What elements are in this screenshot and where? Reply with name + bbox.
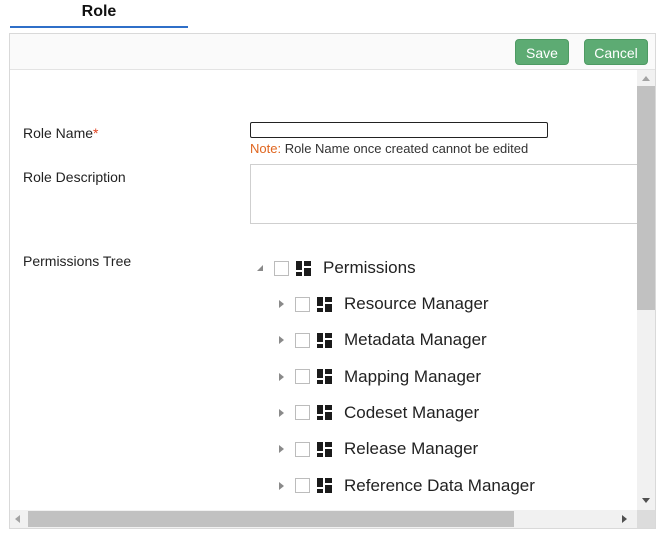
tree-node: Resource Manager xyxy=(276,292,489,316)
tree-node: Codeset Manager xyxy=(276,401,479,425)
tree-node-label[interactable]: Mapping Manager xyxy=(344,367,481,387)
triangle-collapsed-icon[interactable] xyxy=(276,444,286,454)
module-grid-icon xyxy=(317,478,332,493)
module-grid-icon xyxy=(317,369,332,385)
tree-node-label[interactable]: Reference Data Manager xyxy=(344,476,535,496)
horizontal-scroll-thumb[interactable] xyxy=(28,511,514,527)
role-description-input[interactable] xyxy=(250,164,637,224)
tree-node-checkbox[interactable] xyxy=(295,332,310,348)
module-grid-icon xyxy=(317,296,332,312)
permissions-tree-label: Permissions Tree xyxy=(23,253,132,269)
scroll-left-arrow-icon[interactable] xyxy=(15,515,20,523)
cancel-button[interactable]: Cancel xyxy=(584,39,648,65)
scroll-down-arrow-icon[interactable] xyxy=(642,498,650,503)
scroll-up-arrow-icon[interactable] xyxy=(642,76,650,81)
triangle-collapsed-icon[interactable] xyxy=(276,372,286,382)
horizontal-scrollbar[interactable] xyxy=(10,510,637,528)
triangle-collapsed-icon[interactable] xyxy=(276,408,286,418)
scrollbar-corner xyxy=(637,510,655,528)
role-description-label: Role Description xyxy=(23,169,126,185)
module-grid-icon xyxy=(317,441,332,457)
vertical-scroll-thumb[interactable] xyxy=(637,86,655,310)
tree-node-checkbox[interactable] xyxy=(295,369,310,385)
role-name-label-text: Role Name xyxy=(23,125,94,141)
triangle-collapsed-icon[interactable] xyxy=(276,335,286,345)
tree-node-label[interactable]: Release Manager xyxy=(344,439,478,459)
tree-node-checkbox[interactable] xyxy=(274,260,289,276)
tree-node-checkbox[interactable] xyxy=(295,296,310,312)
tree-node-checkbox[interactable] xyxy=(295,478,310,493)
tree-node-label[interactable]: Codeset Manager xyxy=(344,403,479,423)
required-marker: * xyxy=(93,125,99,141)
module-grid-icon xyxy=(317,405,332,421)
tab-role[interactable]: Role xyxy=(10,0,188,28)
module-grid-icon xyxy=(317,332,332,348)
triangle-collapsed-icon[interactable] xyxy=(276,299,286,309)
role-name-label: Role Name* xyxy=(23,125,98,141)
tree-node: Mapping Manager xyxy=(276,365,481,389)
tree-node-label[interactable]: Resource Manager xyxy=(344,294,489,314)
note-text: Role Name once created cannot be edited xyxy=(281,141,529,156)
save-button[interactable]: Save xyxy=(515,39,569,65)
vertical-scrollbar[interactable] xyxy=(637,70,655,510)
tree-node: Release Manager xyxy=(276,437,478,461)
form-content: Role Name* Note: Role Name once created … xyxy=(10,70,637,510)
note-prefix: Note: xyxy=(250,141,282,156)
tree-node: Reference Data Manager xyxy=(276,474,535,498)
tree-node-checkbox[interactable] xyxy=(295,405,310,421)
tree-node-label[interactable]: Metadata Manager xyxy=(344,330,487,350)
tab-strip: Role xyxy=(10,0,188,28)
scroll-right-arrow-icon[interactable] xyxy=(622,515,627,523)
module-grid-icon xyxy=(296,260,311,276)
tree-node-label[interactable]: Permissions xyxy=(323,258,416,278)
role-name-note: Note: Role Name once created cannot be e… xyxy=(250,141,528,156)
tree-node: Permissions xyxy=(255,256,416,280)
triangle-expanded-icon[interactable] xyxy=(255,263,265,273)
role-name-input[interactable] xyxy=(250,122,548,138)
tree-node-checkbox[interactable] xyxy=(295,441,310,457)
role-panel: Save Cancel Role Name* Note: Role Name o… xyxy=(9,33,656,529)
triangle-collapsed-icon[interactable] xyxy=(276,481,286,491)
toolbar: Save Cancel xyxy=(10,34,655,70)
tree-node: Metadata Manager xyxy=(276,328,487,352)
